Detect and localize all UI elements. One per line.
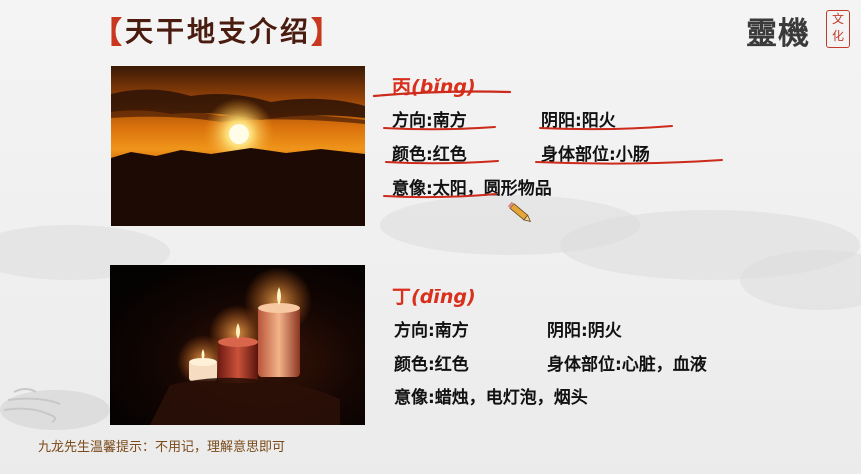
sunset-photo	[111, 66, 365, 226]
stem-pinyin: (dīng)	[411, 286, 476, 308]
imagery-text: 意像:太阳，圆形物品	[392, 179, 552, 199]
body-part-text: 身体部位:小肠	[541, 145, 650, 165]
direction-text: 方向:南方	[392, 111, 467, 131]
tip-note: 九龙先生温馨提示：不用记，理解意思即可	[38, 440, 286, 455]
title-bracket-left: 【	[92, 16, 125, 51]
yinyang-text: 阴阳:阳火	[541, 111, 616, 131]
yinyang-text: 阴阳:阴火	[547, 321, 622, 341]
imagery-text: 意像:蜡烛，电灯泡，烟头	[394, 388, 588, 408]
stem-pinyin: (bǐng)	[411, 76, 476, 98]
stem-heading-bing: 丙(bǐng)	[392, 72, 476, 99]
stem-heading-ding: 丁(dīng)	[392, 282, 476, 309]
stem-name: 丙	[392, 76, 412, 98]
slide: 【 天干地支介绍 】 靈機 文化 丙(bǐng) 方向:南方 阴阳:阳火 颜色:…	[0, 0, 861, 474]
direction-text: 方向:南方	[394, 321, 469, 341]
sunset-illustration	[111, 89, 365, 226]
candles-illustration	[150, 267, 340, 425]
title-text: 天干地支介绍	[125, 15, 312, 48]
stem-name: 丁	[392, 286, 412, 308]
body-part-text: 身体部位:心脏，血液	[547, 355, 707, 375]
brand-logo: 靈機 文化	[746, 6, 854, 52]
cloud-decoration	[0, 390, 110, 430]
logo-main-text: 靈機	[746, 16, 810, 52]
candles-photo	[110, 265, 365, 425]
title-bracket-right: 】	[311, 16, 345, 51]
color-text: 颜色:红色	[394, 355, 469, 375]
page-title: 【 天干地支介绍 】	[92, 12, 344, 51]
logo-sub-text: 文化	[826, 10, 850, 48]
color-text: 颜色:红色	[392, 145, 467, 165]
